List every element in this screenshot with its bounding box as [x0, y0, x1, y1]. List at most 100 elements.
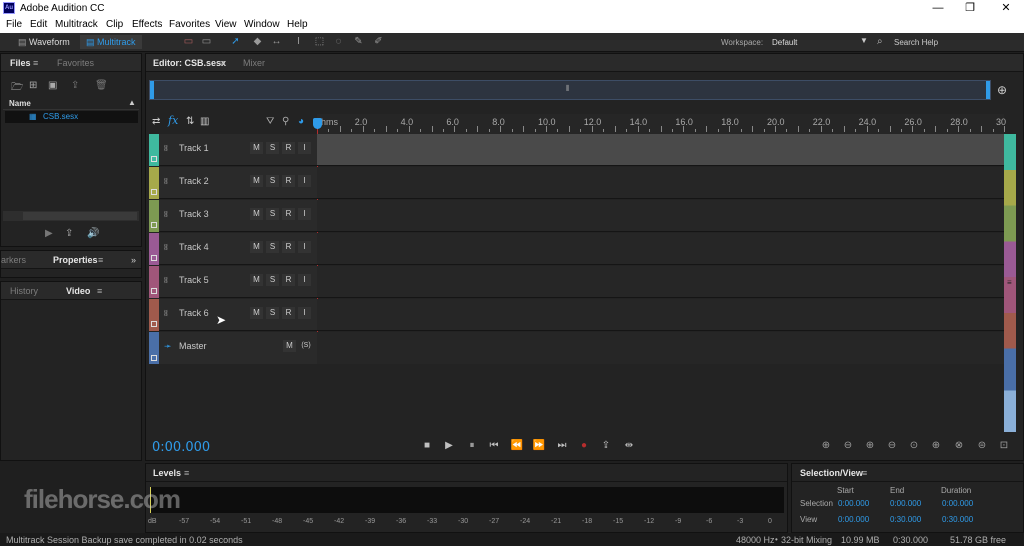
track-lane[interactable]	[317, 134, 1004, 166]
fx-icon[interactable]: fx	[168, 114, 178, 127]
tab-favorites[interactable]: Favorites	[57, 58, 94, 68]
master-track-header[interactable]: ➛ Master M (S)	[149, 332, 317, 364]
marquee-tool-icon[interactable]: ⬚	[313, 36, 326, 48]
menu-file[interactable]: File	[6, 19, 22, 30]
tab-history[interactable]: History	[10, 286, 38, 296]
selection-end-value[interactable]: 0:00.000	[890, 499, 921, 508]
stop-button[interactable]: ■	[420, 439, 434, 453]
mute-button[interactable]: M	[250, 307, 263, 319]
expand-panels-icon[interactable]: »	[131, 255, 136, 265]
maximize-button[interactable]: ❐	[954, 0, 986, 17]
menu-effects[interactable]: Effects	[132, 19, 162, 30]
tab-properties[interactable]: Properties	[53, 255, 98, 265]
tab-files[interactable]: Files	[10, 58, 31, 68]
razor-tool-icon[interactable]: ◆	[251, 36, 264, 48]
master-lane[interactable]	[317, 332, 1004, 364]
track-lane[interactable]	[317, 299, 1004, 331]
view-start-value[interactable]: 0:00.000	[838, 515, 869, 524]
time-display[interactable]: 0:00.000	[152, 440, 210, 455]
record-button[interactable]: ●	[577, 439, 591, 453]
menu-clip[interactable]: Clip	[106, 19, 123, 30]
solo-button[interactable]: S	[266, 208, 279, 220]
record-arm-button[interactable]: R	[282, 208, 295, 220]
tab-editor[interactable]: Editor: CSB.sesx	[153, 58, 226, 68]
view-end-value[interactable]: 0:30.000	[890, 515, 921, 524]
zoom-reset-icon[interactable]: ⊕	[997, 83, 1007, 97]
zoom-selection-icon[interactable]: ⊗	[951, 439, 967, 453]
track-header[interactable]: ⧘⧙ Track 4 MSRI	[149, 233, 317, 265]
track-name[interactable]: Track 4	[179, 242, 209, 252]
track-lane[interactable]	[317, 266, 1004, 298]
input-monitor-button[interactable]: I	[298, 307, 311, 319]
panel-menu-icon[interactable]: ≡	[220, 58, 225, 68]
insert-icon[interactable]: ⇪	[71, 80, 79, 91]
record-arm-button[interactable]: R	[282, 175, 295, 187]
zoom-fit-icon[interactable]: ⊡	[996, 439, 1012, 453]
solo-button[interactable]: S	[266, 274, 279, 286]
record-arm-button[interactable]: R	[282, 307, 295, 319]
track-header[interactable]: ⧘⧙ Track 3 MSRI	[149, 200, 317, 232]
lasso-tool-icon[interactable]: ◌	[332, 36, 345, 48]
loop-button[interactable]: ⇪	[599, 439, 613, 453]
mute-button[interactable]: M	[250, 175, 263, 187]
mute-button[interactable]: M	[250, 142, 263, 154]
zoom-in-amplitude-icon[interactable]: ⊕	[818, 439, 834, 453]
menu-view[interactable]: View	[215, 19, 237, 30]
pitch-display-icon[interactable]: ▭	[200, 36, 213, 48]
fast-forward-button[interactable]: ⏩	[532, 439, 546, 453]
play-icon[interactable]: ▶	[45, 228, 53, 239]
track-header[interactable]: ⧘⧙ Track 1 MSRI	[149, 134, 317, 166]
track-header[interactable]: ⧘⧙ Track 5 MSRI	[149, 266, 317, 298]
master-mute-button[interactable]: M	[283, 340, 296, 352]
panel-menu-icon[interactable]: ≡	[184, 468, 189, 478]
tab-video[interactable]: Video	[66, 286, 90, 296]
record-arm-button[interactable]: R	[282, 274, 295, 286]
sends-icon[interactable]: ⇅	[186, 116, 194, 127]
navigator-left-handle[interactable]	[150, 81, 154, 99]
snap-icon[interactable]: ⚲	[282, 116, 289, 127]
solo-button[interactable]: S	[266, 307, 279, 319]
solo-button[interactable]: S	[266, 241, 279, 253]
zoom-tracks-icon[interactable]: ⊜	[974, 439, 990, 453]
column-header-name[interactable]: Name ▲	[3, 98, 139, 110]
zoom-out-full-icon[interactable]: ⊙	[906, 439, 922, 453]
import-file-icon[interactable]: ⊞	[29, 80, 37, 91]
move-tool-icon[interactable]: ➚	[229, 36, 242, 48]
solo-button[interactable]: S	[266, 175, 279, 187]
trash-icon[interactable]: 🗑	[95, 80, 108, 91]
zoom-out-amplitude-icon[interactable]: ⊖	[840, 439, 856, 453]
input-monitor-button[interactable]: I	[298, 241, 311, 253]
spectral-display-icon[interactable]: ▭	[182, 36, 195, 48]
track-name[interactable]: Track 2	[179, 176, 209, 186]
track-header[interactable]: ⧘⧙ Track 6 MSRI	[149, 299, 317, 331]
scrollbar-thumb[interactable]	[23, 212, 137, 220]
menu-window[interactable]: Window	[244, 19, 280, 30]
menu-help[interactable]: Help	[287, 19, 308, 30]
record-arm-button[interactable]: R	[282, 241, 295, 253]
vertical-track-scrollbar[interactable]: ≡	[1004, 134, 1016, 432]
panel-menu-icon[interactable]: ≡	[862, 468, 867, 478]
master-solo-button[interactable]: (S)	[299, 340, 313, 352]
horizontal-scrollbar[interactable]	[3, 211, 139, 221]
mute-button[interactable]: M	[250, 274, 263, 286]
input-monitor-button[interactable]: I	[298, 175, 311, 187]
zoom-navigator[interactable]: ⦀	[149, 80, 991, 100]
tab-mixer[interactable]: Mixer	[243, 58, 265, 68]
pause-button[interactable]: ⏸	[465, 439, 479, 453]
skip-selection-button[interactable]: ⇹	[622, 439, 636, 453]
eq-icon[interactable]: ▥	[200, 116, 209, 127]
timeline-ruler[interactable]: hms 2.0 4.0 6.0 8.0 10.0 12.0 14.0 16.0 18.0 20.0 2…	[317, 114, 1006, 134]
minimize-button[interactable]: —	[922, 0, 954, 17]
input-monitor-button[interactable]: I	[298, 208, 311, 220]
track-lane[interactable]	[317, 167, 1004, 199]
playhead-handle[interactable]	[313, 118, 322, 129]
track-name[interactable]: Track 3	[179, 209, 209, 219]
track-header[interactable]: ⧘⧙ Track 2 MSRI	[149, 167, 317, 199]
selection-duration-value[interactable]: 0:00.000	[942, 499, 973, 508]
open-file-icon[interactable]: 🗁	[11, 80, 23, 97]
file-row[interactable]: ▦ CSB.sesx	[5, 111, 138, 123]
rewind-button[interactable]: ⏪	[510, 439, 524, 453]
tab-markers[interactable]: arkers	[1, 255, 26, 265]
panel-menu-icon[interactable]: ≡	[98, 255, 103, 265]
previous-button[interactable]: ⏮	[487, 439, 501, 453]
